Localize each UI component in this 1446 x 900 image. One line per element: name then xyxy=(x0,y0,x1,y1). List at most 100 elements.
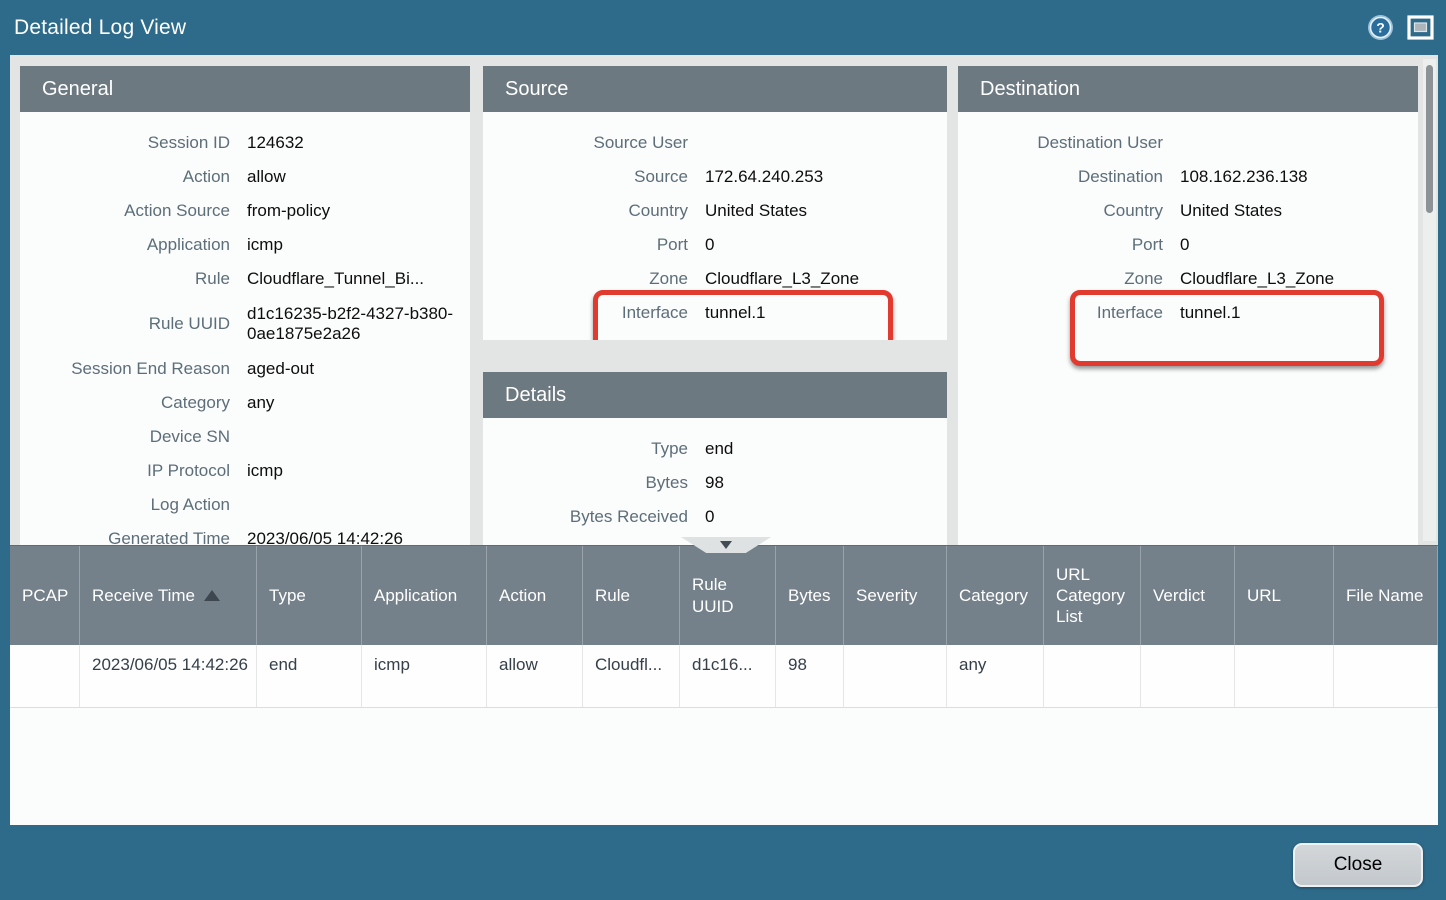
column-header-receive-time[interactable]: Receive Time xyxy=(80,546,257,645)
panel-details: Details Typeend Bytes98 Bytes Received0 xyxy=(483,372,947,545)
field-row-zone: Zone Cloudflare_L3_Zone xyxy=(483,262,947,296)
log-detail-area: General Session ID124632 Actionallow Act… xyxy=(10,55,1438,545)
restore-window-icon[interactable] xyxy=(1407,14,1434,41)
log-cell-file-name xyxy=(1334,645,1438,707)
field-value: tunnel.1 xyxy=(1180,303,1418,323)
panel-source-header: Source xyxy=(483,66,947,112)
dialog-footer: Close xyxy=(0,825,1446,900)
field-row-country: CountryUnited States xyxy=(958,194,1418,228)
field-value: 172.64.240.253 xyxy=(705,167,947,187)
field-value: United States xyxy=(705,201,947,221)
field-label: Rule UUID xyxy=(20,314,230,334)
field-label: Destination xyxy=(958,167,1163,187)
field-row-log-action: Log Action xyxy=(20,488,470,522)
column-header-rule[interactable]: Rule xyxy=(583,546,680,645)
field-row-interface: Interface tunnel.1 xyxy=(483,296,947,330)
field-label: Interface xyxy=(483,303,688,323)
log-cell-url xyxy=(1235,645,1334,707)
column-header-rule-uuid[interactable]: Rule UUID xyxy=(680,546,776,645)
help-icon[interactable]: ? xyxy=(1367,14,1394,41)
field-value: icmp xyxy=(247,461,470,481)
column-header-label: Receive Time xyxy=(92,585,195,606)
field-row-session-id: Session ID124632 xyxy=(20,126,470,160)
field-label: Interface xyxy=(958,303,1163,323)
column-header-action[interactable]: Action xyxy=(487,546,583,645)
field-value: tunnel.1 xyxy=(705,303,947,323)
field-label: Destination User xyxy=(958,133,1163,153)
field-label: Port xyxy=(958,235,1163,255)
field-row-rule: RuleCloudflare_Tunnel_Bi... xyxy=(20,262,470,296)
column-header-url[interactable]: URL xyxy=(1235,546,1334,645)
page-title: Detailed Log View xyxy=(0,16,186,40)
field-value: Cloudflare_L3_Zone xyxy=(1180,269,1418,289)
field-label: Type xyxy=(483,439,688,459)
log-cell-action: allow xyxy=(487,645,583,707)
sort-ascending-icon xyxy=(204,590,220,601)
field-value: from-policy xyxy=(247,201,470,221)
scrollbar-thumb[interactable] xyxy=(1426,65,1433,213)
field-row-port: Port0 xyxy=(483,228,947,262)
field-row-rule-uuid: Rule UUIDd1c16235-b2f2-4327-b380-0ae1875… xyxy=(20,296,470,352)
field-label: Session End Reason xyxy=(20,359,230,379)
field-value: 108.162.236.138 xyxy=(1180,167,1418,187)
log-cell-receive-time: 2023/06/05 14:42:26 xyxy=(80,645,257,707)
column-header-verdict[interactable]: Verdict xyxy=(1141,546,1235,645)
column-header-severity[interactable]: Severity xyxy=(844,546,947,645)
field-value: aged-out xyxy=(247,359,470,379)
field-label: Country xyxy=(958,201,1163,221)
log-cell-verdict xyxy=(1141,645,1235,707)
log-cell-rule-uuid: d1c16... xyxy=(680,645,776,707)
column-header-url-category-list[interactable]: URL Category List xyxy=(1044,546,1141,645)
field-value: end xyxy=(705,439,947,459)
column-header-bytes[interactable]: Bytes xyxy=(776,546,844,645)
panel-source-body: Source User Source 172.64.240.253 Country… xyxy=(483,112,947,340)
column-header-pcap[interactable]: PCAP xyxy=(10,546,80,645)
field-value: Cloudflare_L3_Zone xyxy=(705,269,947,289)
column-header-type[interactable]: Type xyxy=(257,546,362,645)
field-label: Zone xyxy=(958,269,1163,289)
panel-details-header: Details xyxy=(483,372,947,418)
column-header-application[interactable]: Application xyxy=(362,546,487,645)
column-header-category[interactable]: Category xyxy=(947,546,1044,645)
close-button[interactable]: Close xyxy=(1293,843,1423,887)
field-row-action: Actionallow xyxy=(20,160,470,194)
field-label: Application xyxy=(20,235,230,255)
field-value: allow xyxy=(247,167,470,187)
field-label: Source xyxy=(483,167,688,187)
field-value: 0 xyxy=(705,507,947,527)
field-row-country: CountryUnited States xyxy=(483,194,947,228)
field-label: Generated Time xyxy=(20,529,230,545)
field-row-device-sn: Device SN xyxy=(20,420,470,454)
field-row-zone: Zone Cloudflare_L3_Zone xyxy=(958,262,1418,296)
field-label: Device SN xyxy=(20,427,230,447)
field-label: Zone xyxy=(483,269,688,289)
log-table: PCAP Receive Time Type Application Actio… xyxy=(10,545,1438,825)
field-label: Action Source xyxy=(20,201,230,221)
panel-general-header: General xyxy=(20,66,470,112)
field-row-action-source: Action Source from-policy xyxy=(20,194,470,228)
field-row-destination: Destination 108.162.236.138 xyxy=(958,160,1418,194)
field-row-bytes: Bytes98 xyxy=(483,466,947,500)
field-value: 0 xyxy=(705,235,947,255)
field-value: 2023/06/05 14:42:26 xyxy=(247,529,470,545)
field-row-destination-user: Destination User xyxy=(958,126,1418,160)
field-row-source: Source 172.64.240.253 xyxy=(483,160,947,194)
log-cell-bytes: 98 xyxy=(776,645,844,707)
field-row-bytes-received: Bytes Received0 xyxy=(483,500,947,534)
field-row-category: Categoryany xyxy=(20,386,470,420)
titlebar-icons: ? xyxy=(1367,14,1446,41)
chevron-down-icon xyxy=(720,541,732,549)
column-header-file-name[interactable]: File Name xyxy=(1334,546,1438,645)
field-label: Session ID xyxy=(20,133,230,153)
field-row-generated-time: Generated Time 2023/06/05 14:42:26 xyxy=(20,522,470,545)
log-table-row[interactable]: 2023/06/05 14:42:26 end icmp allow Cloud… xyxy=(10,645,1438,708)
vertical-scrollbar xyxy=(1423,59,1436,541)
log-cell-severity xyxy=(844,645,947,707)
log-cell-pcap xyxy=(10,645,80,707)
panel-destination-header: Destination xyxy=(958,66,1418,112)
field-row-interface: Interface tunnel.1 xyxy=(958,296,1418,330)
field-row-source-user: Source User xyxy=(483,126,947,160)
field-label: IP Protocol xyxy=(20,461,230,481)
log-cell-rule: Cloudfl... xyxy=(583,645,680,707)
middle-column: Source Source User Source 172.64.240.253 … xyxy=(483,66,947,545)
